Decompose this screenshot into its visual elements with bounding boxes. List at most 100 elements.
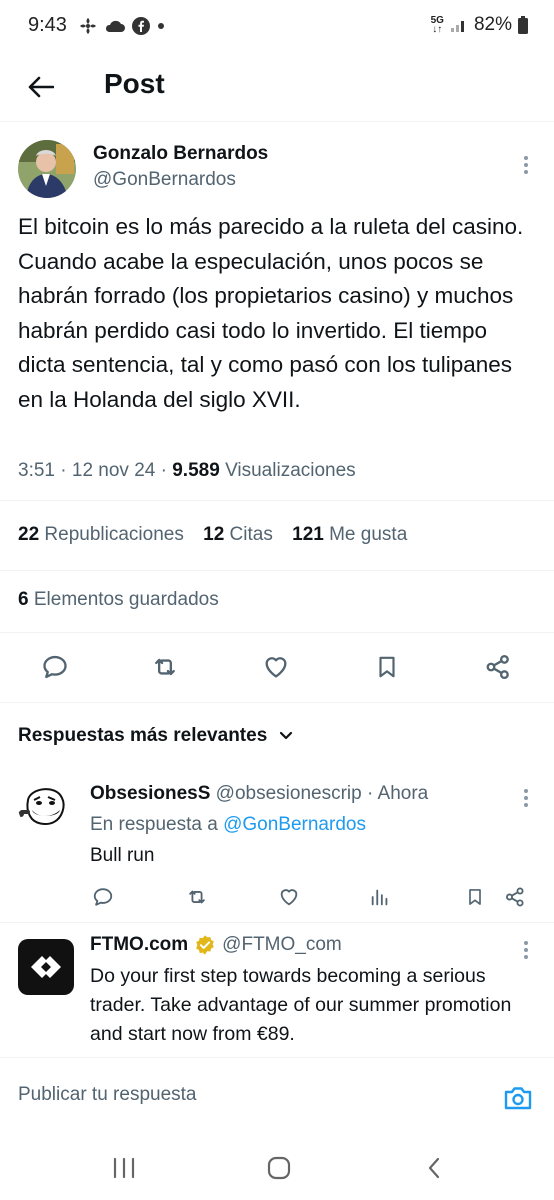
reply-like-button[interactable]: [275, 882, 303, 912]
top-header: Post: [0, 52, 554, 122]
share-icon: [506, 887, 524, 907]
post-text: El bitcoin es lo más parecido a la rulet…: [18, 214, 524, 412]
system-nav-bar: [0, 1135, 554, 1200]
bookmark-icon: [379, 656, 395, 678]
reply-context: En respuesta a @GonBernardos: [90, 814, 366, 836]
trollface-image: [18, 780, 70, 832]
facebook-icon: [132, 17, 150, 35]
post-meta: 3:51 · 12 nov 24 · 9.589 Visualizaciones: [18, 460, 356, 481]
kebab-dot: [524, 156, 528, 160]
reply-reply-button[interactable]: [89, 882, 117, 912]
heart-icon: [265, 657, 287, 678]
reply-text: Bull run: [90, 845, 155, 866]
reposts-stat[interactable]: 22 Republicaciones: [18, 524, 184, 545]
network-label: 5G: [430, 15, 444, 26]
divider: [0, 570, 554, 571]
divider: [0, 702, 554, 703]
quotes-label: Citas: [229, 524, 273, 545]
reply-more-button[interactable]: [516, 786, 536, 810]
recent-apps-button[interactable]: [106, 1153, 142, 1183]
reply-action-bar: [0, 882, 554, 912]
reply-context-handle[interactable]: @GonBernardos: [223, 814, 366, 835]
home-button[interactable]: [261, 1153, 297, 1183]
notification-icons: [78, 16, 166, 36]
like-button[interactable]: [259, 650, 293, 684]
reply-time: Ahora: [377, 783, 429, 804]
quotes-count: 12: [203, 524, 225, 545]
reply-composer: Publicar tu respuesta: [0, 1057, 554, 1135]
ad-author-handle[interactable]: @FTMO_com: [222, 934, 342, 956]
share-icon: [486, 654, 509, 680]
ad-more-button[interactable]: [516, 938, 536, 962]
reply-separator: ·: [366, 783, 374, 804]
post-action-bar: [0, 648, 554, 688]
reply-share-button[interactable]: [501, 882, 529, 912]
views-label[interactable]: Visualizaciones: [225, 460, 356, 481]
reply-input[interactable]: Publicar tu respuesta: [18, 1084, 197, 1106]
repost-icon: [189, 890, 205, 904]
author-name[interactable]: Gonzalo Bernardos: [93, 143, 268, 165]
reposts-count: 22: [18, 524, 40, 545]
kebab-dot: [524, 796, 528, 800]
likes-stat[interactable]: 121 Me gusta: [292, 524, 407, 545]
divider: [0, 500, 554, 501]
author-avatar[interactable]: [18, 140, 76, 198]
post-date: 12 nov 24: [71, 460, 156, 481]
ad-avatar[interactable]: [18, 939, 74, 995]
camera-icon: [504, 1087, 532, 1110]
replies-sort-dropdown[interactable]: Respuestas más relevantes: [18, 725, 293, 747]
post-time: 3:51: [18, 460, 55, 481]
battery-icon: [518, 16, 528, 34]
chevron-left-icon: [428, 1157, 440, 1179]
bookmark-button[interactable]: [370, 650, 404, 684]
status-right: 5G ↓↑ 82%: [431, 14, 528, 36]
kebab-dot: [524, 803, 528, 807]
bookmark-icon: [469, 889, 481, 905]
bookmarks-stat[interactable]: 6 Elementos guardados: [18, 589, 219, 611]
kebab-dot: [524, 955, 528, 959]
replies-sort-label: Respuestas más relevantes: [18, 725, 268, 746]
network-icon: 5G ↓↑: [430, 15, 444, 35]
reposts-label: Republicaciones: [44, 524, 184, 545]
reply-button[interactable]: [38, 650, 72, 684]
views-count: 9.589: [172, 460, 220, 481]
likes-label: Me gusta: [329, 524, 408, 545]
reply-icon: [43, 655, 67, 679]
reply-author-name[interactable]: ObsesionesS: [90, 783, 210, 804]
battery-percent: 82%: [473, 14, 512, 35]
reply-author-handle[interactable]: @obsesionescrip: [216, 783, 362, 804]
reply-avatar[interactable]: [18, 780, 70, 832]
dot-icon: [158, 23, 164, 29]
ftmo-logo-icon: [31, 956, 61, 978]
system-back-button[interactable]: [416, 1153, 452, 1183]
post-more-button[interactable]: [516, 153, 536, 177]
back-button[interactable]: [22, 68, 60, 106]
status-bar: 9:43 5G ↓↑ 82%: [0, 0, 554, 52]
repost-icon: [155, 658, 175, 676]
home-icon: [267, 1156, 291, 1180]
heart-icon: [280, 889, 298, 906]
ad-header: FTMO.com @FTMO_com: [90, 934, 342, 956]
reply-context-prefix: En respuesta a: [90, 814, 218, 835]
camera-button[interactable]: [500, 1082, 536, 1114]
bookmarks-label: Elementos guardados: [33, 589, 219, 610]
back-arrow-icon: [28, 76, 54, 98]
ad-author-name[interactable]: FTMO.com: [90, 934, 188, 956]
divider: [0, 632, 554, 633]
reply-bookmark-button[interactable]: [461, 882, 489, 912]
kebab-dot: [524, 163, 528, 167]
cloud-icon: [105, 20, 125, 32]
engagement-stats: 22 Republicaciones 12 Citas 121 Me gusta: [18, 524, 421, 546]
page-title: Post: [104, 68, 165, 99]
author-handle[interactable]: @GonBernardos: [93, 169, 236, 191]
share-button[interactable]: [481, 650, 515, 684]
kebab-dot: [524, 941, 528, 945]
bookmarks-count: 6: [18, 589, 29, 610]
kebab-dot: [524, 170, 528, 174]
reply-views-button[interactable]: [366, 882, 394, 912]
quotes-stat[interactable]: 12 Citas: [203, 524, 273, 545]
pinwheel-icon: [80, 18, 96, 34]
reply-repost-button[interactable]: [183, 882, 211, 912]
verified-badge-icon: [196, 935, 214, 955]
repost-button[interactable]: [148, 650, 182, 684]
